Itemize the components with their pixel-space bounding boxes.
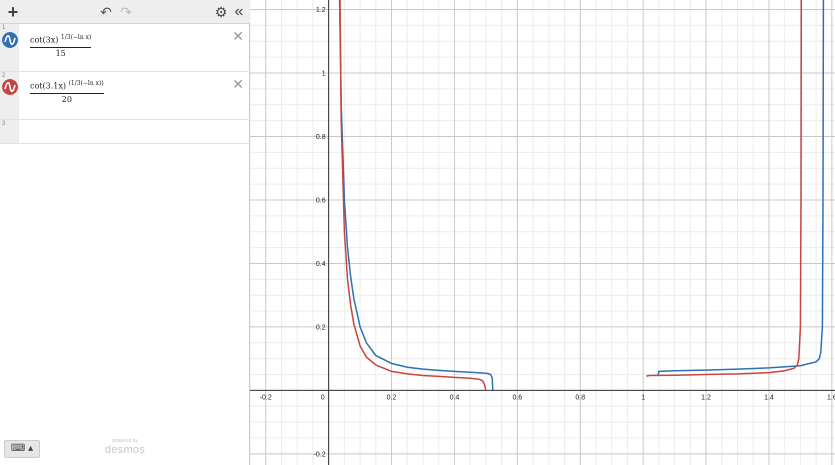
expression-toolbar: + ↶ ↷ ⚙ « (0, 0, 250, 24)
expression-numerator: cot(3x) (30, 35, 59, 45)
expression-math[interactable]: cot(3x) 1/3(−ln x) 15 (30, 34, 92, 58)
expression-denominator: 15 (55, 48, 66, 58)
expression-tab[interactable]: 3 (0, 120, 19, 143)
expression-index: 2 (2, 73, 6, 79)
axes (250, 0, 835, 465)
x-tick-label: 1.2 (701, 394, 711, 401)
x-tick-label: 0.6 (512, 394, 522, 401)
x-tick-label: 1.4 (764, 394, 774, 401)
desmos-app: + ↶ ↷ ⚙ « 1 cot(3x) 1/3(−ln x) 15 ✕ 2 co… (0, 0, 835, 465)
x-tick-label: -0.2 (260, 394, 272, 401)
y-tick-label: 0.6 (316, 197, 326, 204)
plotted-curves (338, 0, 825, 391)
expression-index: 3 (2, 121, 6, 127)
expression-tab[interactable]: 2 (0, 72, 19, 119)
redo-icon[interactable]: ↷ (120, 3, 132, 21)
y-tick-label: 0.8 (316, 134, 326, 141)
major-gridlines (250, 0, 835, 465)
series-line-2 (657, 0, 825, 377)
gear-icon[interactable]: ⚙ (214, 3, 228, 21)
y-tick-label: 0.2 (316, 324, 326, 331)
y-tick-label: 1 (322, 71, 326, 78)
wave-icon[interactable] (2, 79, 18, 95)
series-line-4 (646, 0, 803, 377)
desmos-logo: desmos (104, 444, 146, 456)
expression-numerator: cot(3.1x) (30, 81, 66, 91)
expression-index: 1 (2, 25, 6, 31)
minor-gridlines (250, 0, 835, 465)
close-icon[interactable]: ✕ (232, 28, 244, 45)
expression-row-1[interactable]: 1 cot(3x) 1/3(−ln x) 15 ✕ (0, 24, 250, 72)
expression-panel: + ↶ ↷ ⚙ « 1 cot(3x) 1/3(−ln x) 15 ✕ 2 co… (0, 0, 250, 465)
y-tick-label: -0.2 (314, 451, 326, 458)
y-tick-label: 1.2 (316, 7, 326, 14)
expression-row-2[interactable]: 2 cot(3.1x) (1/3(−ln x)) 20 ✕ (0, 72, 250, 120)
expression-exponent: 1/3(−ln x) (60, 34, 92, 41)
x-tick-label: 0 (321, 394, 325, 401)
x-tick-label: 1 (641, 394, 645, 401)
x-tick-label: 0.8 (575, 394, 585, 401)
double-chevron-left-icon[interactable]: « (232, 3, 246, 21)
y-tick-label: 0.4 (316, 261, 326, 268)
expression-exponent: (1/3(−ln x)) (68, 80, 104, 87)
expression-math[interactable]: cot(3.1x) (1/3(−ln x)) 20 (30, 80, 104, 104)
x-tick-label: 0.2 (387, 394, 397, 401)
powered-by-desmos[interactable]: powered by desmos (100, 438, 150, 456)
close-icon[interactable]: ✕ (232, 76, 244, 93)
expression-row-3[interactable]: 3 (0, 120, 250, 144)
expression-tab[interactable]: 1 (0, 24, 19, 71)
expression-denominator: 20 (61, 94, 72, 104)
x-tick-label: 1.6 (827, 394, 835, 401)
graph-paper[interactable]: -0.2 0 0.2 0.4 0.6 0.8 1 1.2 1.4 1.6 -0.2 0.2 0.4 0.6… (250, 0, 835, 465)
plus-icon[interactable]: + (5, 3, 21, 21)
wave-icon[interactable] (2, 32, 18, 48)
undo-icon[interactable]: ↶ (100, 3, 112, 21)
keyboard-icon[interactable]: ⌨ ▴ (4, 440, 40, 458)
x-tick-label: 0.4 (450, 394, 460, 401)
